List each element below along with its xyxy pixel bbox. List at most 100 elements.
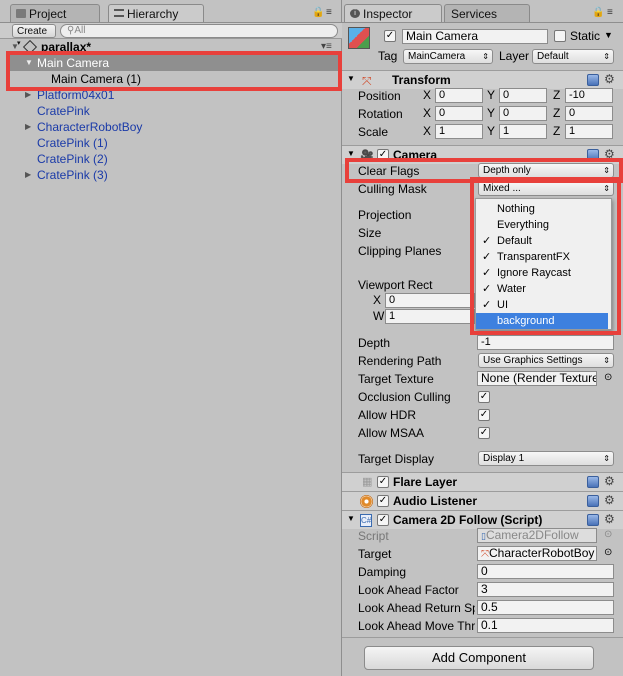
rendering-path-dropdown[interactable]: Use Graphics Settings ⇕ (478, 353, 614, 368)
audio-listener-header[interactable]: ✓ Audio Listener ⚙ (342, 491, 623, 510)
object-name-field[interactable]: Main Camera (402, 29, 548, 44)
gear-icon[interactable]: ⚙ (604, 493, 615, 507)
script-field: ▯Camera2DFollow (477, 528, 597, 543)
target-texture-field[interactable]: None (Render Texture (477, 371, 597, 386)
viewport-w-label: W (373, 309, 385, 323)
layer-label: Layer (499, 49, 530, 63)
allow-hdr-label: Allow HDR (358, 408, 417, 422)
object-active-checkbox[interactable]: ✓ (384, 30, 396, 42)
rotation-x-field[interactable]: 0 (435, 106, 483, 121)
dropdown-arrow-icon: ⇕ (482, 52, 489, 61)
script-icon: C# (360, 514, 372, 527)
list-icon (114, 9, 124, 17)
expand-arrow-icon: ▶ (25, 170, 32, 179)
look-ahead-return-speed-field[interactable]: 0.5 (477, 600, 614, 615)
position-z-field[interactable]: -10 (565, 88, 613, 103)
position-x-field[interactable]: 0 (435, 88, 483, 103)
hierarchy-item-cratepink-2[interactable]: CratePink (2) (9, 151, 342, 167)
object-picker-icon[interactable]: ⊙ (604, 372, 612, 383)
tab-inspector[interactable]: i Inspector (344, 4, 442, 22)
help-icon[interactable] (587, 74, 599, 86)
rotation-y-field[interactable]: 0 (499, 106, 547, 121)
gear-icon[interactable]: ⚙ (604, 474, 615, 488)
expand-arrow-icon: ▶ (25, 122, 32, 131)
look-ahead-factor-label: Look Ahead Factor (358, 583, 459, 597)
look-ahead-move-threshold-label: Look Ahead Move Thr (358, 619, 475, 633)
divider (342, 637, 623, 638)
hierarchy-item-cratepink-3[interactable]: ▶ CratePink (3) (9, 167, 342, 183)
scale-label: Scale (358, 125, 389, 139)
help-icon[interactable] (587, 476, 599, 488)
damping-label: Damping (358, 565, 407, 579)
help-icon[interactable] (587, 495, 599, 507)
depth-label: Depth (358, 336, 391, 350)
folder-icon (16, 9, 26, 18)
tab-services[interactable]: Services (444, 4, 530, 22)
scale-z-field[interactable]: 1 (565, 124, 613, 139)
depth-field[interactable]: -1 (477, 335, 614, 350)
position-y-field[interactable]: 0 (499, 88, 547, 103)
help-icon[interactable] (587, 514, 599, 526)
viewport-w-field[interactable]: 1 (385, 309, 475, 324)
flare-layer-checkbox[interactable]: ✓ (377, 476, 389, 488)
flare-layer-header[interactable]: ▦ ✓ Flare Layer ⚙ (342, 472, 623, 491)
scale-y-field[interactable]: 1 (499, 124, 547, 139)
lock-icon[interactable]: 🔒 (592, 7, 604, 18)
add-component-button[interactable]: Add Component (364, 646, 594, 670)
static-label: Static (570, 29, 601, 43)
viewport-x-field[interactable]: 0 (385, 293, 475, 308)
clipping-planes-label: Clipping Planes (358, 244, 442, 258)
menu-icon[interactable]: ≡ (326, 7, 332, 18)
audio-listener-icon (360, 495, 373, 508)
look-ahead-factor-field[interactable]: 3 (477, 582, 614, 597)
tag-dropdown[interactable]: MainCamera ⇕ (403, 49, 493, 64)
damping-field[interactable]: 0 (477, 564, 614, 579)
viewport-x-label: X (373, 293, 382, 307)
transform-header[interactable]: ▼ ⤧ Transform ⚙ (342, 70, 623, 89)
gear-icon[interactable]: ⚙ (604, 512, 615, 526)
tab-project[interactable]: Project (10, 4, 100, 22)
hierarchy-item-cratepink-1[interactable]: CratePink (1) (9, 135, 342, 151)
camera-follow-checkbox[interactable]: ✓ (377, 514, 389, 526)
viewport-rect-label: Viewport Rect (358, 278, 433, 292)
script-label: Script (358, 529, 389, 543)
hierarchy-item-cratepink[interactable]: CratePink (9, 103, 342, 119)
tab-hierarchy[interactable]: Hierarchy (108, 4, 204, 22)
foldout-arrow-icon: ▼ (347, 514, 355, 523)
camera-follow-header[interactable]: ▼ C# ✓ Camera 2D Follow (Script) ⚙ (342, 510, 623, 529)
static-dropdown-icon[interactable]: ▼ (604, 30, 613, 40)
foldout-arrow-icon: ▼ (347, 74, 355, 83)
target-display-dropdown[interactable]: Display 1 ⇕ (478, 451, 614, 466)
static-checkbox[interactable] (554, 30, 566, 42)
target-display-label: Target Display (358, 452, 435, 466)
object-picker-icon[interactable]: ⊙ (604, 547, 612, 558)
look-ahead-return-speed-label: Look Ahead Return Sp (358, 601, 475, 615)
allow-msaa-label: Allow MSAA (358, 426, 425, 440)
hierarchy-item-characterrobotboy[interactable]: ▶ CharacterRobotBoy (9, 119, 342, 135)
dropdown-arrow-icon: ⇕ (603, 52, 610, 61)
rendering-path-label: Rendering Path (358, 354, 442, 368)
create-button[interactable]: Create ▾ (12, 24, 56, 47)
target-field[interactable]: ⤧CharacterRobotBoy (477, 546, 597, 561)
menu-icon[interactable]: ≡ (607, 7, 613, 18)
look-ahead-move-threshold-field[interactable]: 0.1 (477, 618, 614, 633)
gear-icon[interactable]: ⚙ (604, 72, 615, 86)
search-input[interactable]: ⚲All (60, 24, 338, 38)
allow-hdr-checkbox[interactable]: ✓ (478, 409, 490, 421)
position-label: Position (358, 89, 401, 103)
transform-icon: ⤧ (362, 74, 372, 88)
layer-dropdown[interactable]: Default ⇕ (532, 49, 614, 64)
target-label: Target (358, 547, 392, 561)
lock-icon[interactable]: 🔒 (312, 7, 324, 18)
audio-listener-checkbox[interactable]: ✓ (377, 495, 389, 507)
rotation-z-field[interactable]: 0 (565, 106, 613, 121)
annotation-highlight-culling-menu (470, 177, 621, 335)
tag-label: Tag (378, 49, 398, 63)
transform-icon: ⤧ (481, 549, 489, 560)
object-picker-icon[interactable]: ⊙ (604, 529, 612, 540)
allow-msaa-checkbox[interactable]: ✓ (478, 427, 490, 439)
size-label: Size (358, 226, 382, 240)
scale-x-field[interactable]: 1 (435, 124, 483, 139)
occlusion-culling-checkbox[interactable]: ✓ (478, 391, 490, 403)
projection-label: Projection (358, 208, 412, 222)
